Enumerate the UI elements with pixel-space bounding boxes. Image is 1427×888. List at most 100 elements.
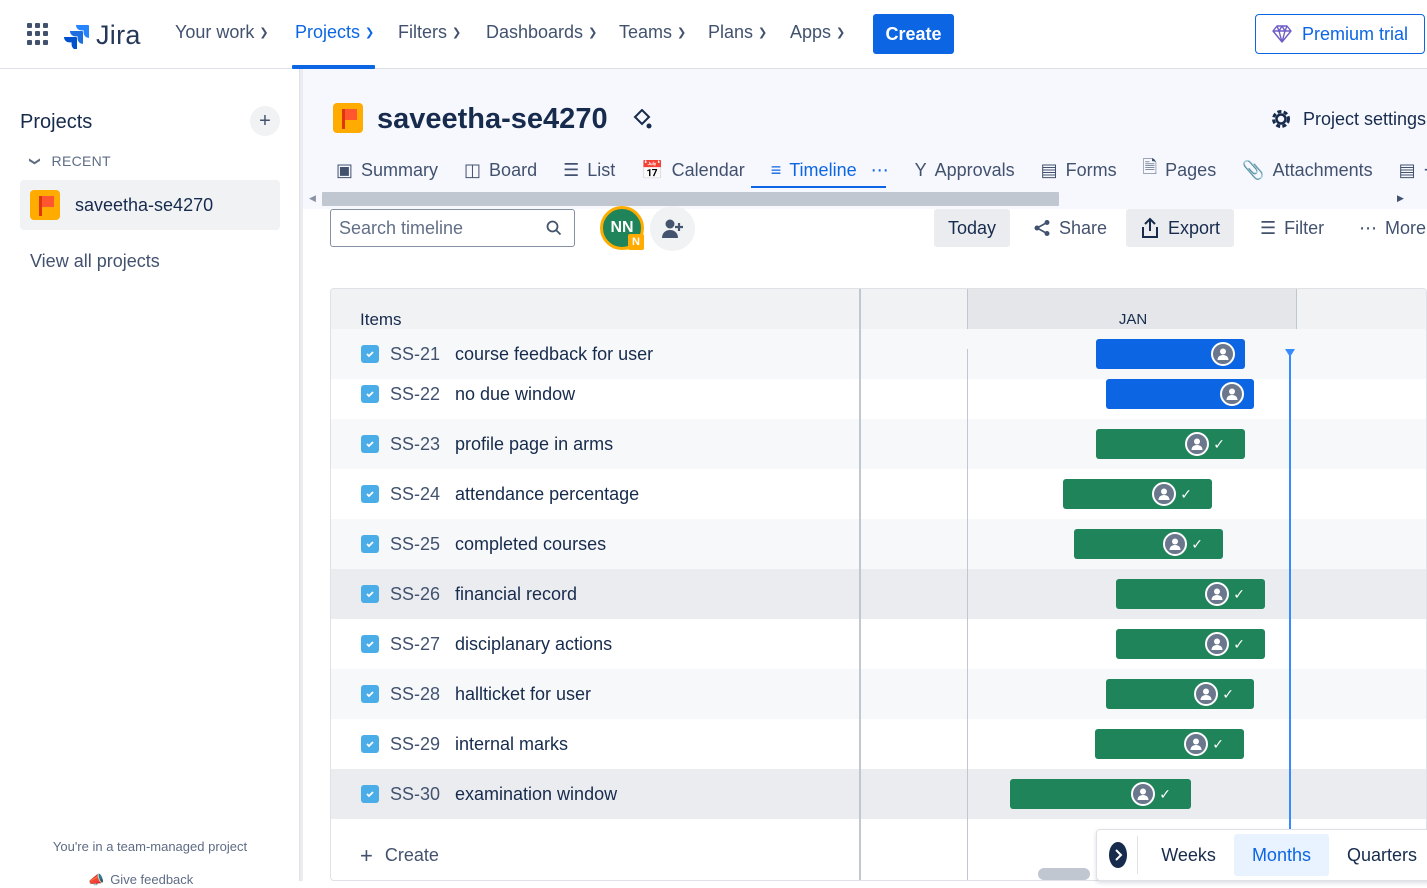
timeline-bar[interactable]: ✓ [1096, 429, 1245, 459]
row-item-cell[interactable]: SS-25 completed courses [331, 519, 859, 569]
table-row[interactable]: SS-22 no due window [331, 369, 1426, 419]
row-item-cell[interactable]: SS-30 examination window [331, 769, 859, 819]
nav-dashboards[interactable]: Dashboards ❯ [486, 22, 597, 43]
row-item-cell[interactable]: SS-29 internal marks [331, 719, 859, 769]
timeline-bar[interactable]: ✓ [1063, 479, 1212, 509]
row-item-cell[interactable]: SS-23 profile page in arms [331, 419, 859, 469]
issue-summary[interactable]: disciplanary actions [455, 634, 612, 655]
tab-summary[interactable]: ▣ Summary [336, 160, 438, 181]
share-button[interactable]: Share [1019, 209, 1121, 247]
zoom-months[interactable]: Months [1233, 834, 1329, 876]
issue-summary[interactable]: examination window [455, 784, 617, 805]
tab-approvals[interactable]: Υ Approvals [915, 160, 1015, 181]
issue-key[interactable]: SS-26 [390, 584, 445, 605]
next-period-button[interactable] [1109, 842, 1127, 868]
timeline-bar[interactable]: ✓ [1074, 529, 1223, 559]
nav-filters[interactable]: Filters ❯ [398, 22, 461, 43]
row-item-cell[interactable]: SS-28 hallticket for user [331, 669, 859, 719]
table-row[interactable]: SS-27 disciplanary actions ✓ [331, 619, 1426, 669]
create-item-button[interactable]: + Create [331, 829, 859, 880]
scrollbar-thumb[interactable] [322, 192, 1059, 206]
timeline-bar[interactable]: ✓ [1095, 729, 1244, 759]
zoom-weeks[interactable]: Weeks [1143, 834, 1234, 876]
tab-attachments[interactable]: 📎 Attachments [1242, 160, 1372, 181]
recent-section-toggle[interactable]: ❯ RECENT [28, 153, 111, 169]
timeline-bar[interactable] [1106, 379, 1254, 409]
issue-key[interactable]: SS-24 [390, 484, 445, 505]
issue-key[interactable]: SS-27 [390, 634, 445, 655]
export-button[interactable]: Export [1126, 209, 1235, 247]
issue-summary[interactable]: internal marks [455, 734, 568, 755]
timeline-bar[interactable]: ✓ [1116, 629, 1265, 659]
table-row[interactable]: SS-26 financial record ✓ [331, 569, 1426, 619]
issue-key[interactable]: SS-22 [390, 384, 445, 405]
paint-bucket-icon[interactable] [631, 109, 653, 131]
filter-button[interactable]: ☰ Filter [1246, 209, 1338, 247]
more-options-icon[interactable]: ⋯ [871, 160, 889, 181]
nav-your-work[interactable]: Your work ❯ [175, 22, 269, 43]
tab-calendar[interactable]: 📅 Calendar [641, 160, 744, 181]
issue-summary[interactable]: attendance percentage [455, 484, 639, 505]
table-row[interactable]: SS-23 profile page in arms ✓ [331, 419, 1426, 469]
row-item-cell[interactable]: SS-22 no due window [331, 369, 859, 419]
issue-key[interactable]: SS-30 [390, 784, 445, 805]
done-check-icon: ✓ [1180, 485, 1192, 502]
project-settings-button[interactable]: Project settings [1269, 107, 1426, 131]
timeline-bar[interactable]: ✓ [1116, 579, 1265, 609]
today-button[interactable]: Today [934, 209, 1011, 247]
issue-summary[interactable]: course feedback for user [455, 344, 653, 365]
issue-key[interactable]: SS-28 [390, 684, 445, 705]
issue-summary[interactable]: no due window [455, 384, 575, 405]
nav-teams[interactable]: Teams ❯ [619, 22, 686, 43]
unassigned-avatar-icon [1205, 582, 1230, 606]
nav-apps[interactable]: Apps ❯ [790, 22, 845, 43]
issue-summary[interactable]: hallticket for user [455, 684, 591, 705]
premium-trial-button[interactable]: Premium trial [1255, 14, 1425, 54]
table-row[interactable]: SS-28 hallticket for user ✓ [331, 669, 1426, 719]
issue-summary[interactable]: financial record [455, 584, 577, 605]
search-input[interactable] [339, 217, 539, 239]
tab-board[interactable]: ◫ Board [464, 160, 537, 181]
task-type-icon [361, 345, 379, 363]
tab-more-overflow[interactable]: ▤+ [1399, 157, 1427, 183]
row-item-cell[interactable]: SS-26 financial record [331, 569, 859, 619]
issue-summary[interactable]: profile page in arms [455, 434, 613, 455]
add-project-button[interactable]: + [250, 106, 280, 136]
tab-forms[interactable]: ▤ Forms [1041, 160, 1117, 181]
more-button[interactable]: ⋯ More [1345, 209, 1426, 247]
row-item-cell[interactable]: SS-24 attendance percentage [331, 469, 859, 519]
scroll-right-icon[interactable]: ▶ [1397, 193, 1404, 204]
app-switcher-icon[interactable] [27, 23, 49, 45]
issue-key[interactable]: SS-25 [390, 534, 445, 555]
search-timeline-field[interactable] [330, 209, 575, 247]
issue-key[interactable]: SS-21 [390, 344, 445, 365]
sidebar-item-project[interactable]: saveetha-se4270 [20, 180, 280, 230]
table-row[interactable]: SS-30 examination window ✓ [331, 769, 1426, 819]
issue-key[interactable]: SS-29 [390, 734, 445, 755]
tab-pages[interactable]: 🗎 Pages [1143, 155, 1217, 185]
row-item-cell[interactable]: SS-27 disciplanary actions [331, 619, 859, 669]
table-row[interactable]: SS-25 completed courses ✓ [331, 519, 1426, 569]
issue-summary[interactable]: completed courses [455, 534, 606, 555]
zoom-quarters[interactable]: Quarters [1329, 834, 1427, 876]
table-row[interactable]: SS-29 internal marks ✓ [331, 719, 1426, 769]
timeline-bar[interactable]: ✓ [1010, 779, 1191, 809]
nav-projects[interactable]: Projects ❯ [295, 22, 374, 43]
timeline-bar[interactable] [1096, 339, 1245, 369]
issue-key[interactable]: SS-23 [390, 434, 445, 455]
nav-plans[interactable]: Plans ❯ [708, 22, 767, 43]
tab-timeline[interactable]: ≡ Timeline ⋯ [771, 160, 889, 181]
give-feedback-link[interactable]: 📣 Give feedback [88, 872, 193, 888]
add-people-button[interactable] [650, 206, 695, 251]
timeline-bar[interactable]: ✓ [1106, 679, 1254, 709]
scroll-left-icon[interactable]: ◀ [309, 193, 316, 204]
nav-label: Your work [175, 22, 255, 42]
timeline-scrollbar-thumb[interactable] [1038, 868, 1090, 880]
create-button[interactable]: Create [873, 14, 954, 54]
view-all-projects-link[interactable]: View all projects [30, 251, 160, 272]
jira-logo[interactable]: Jira [64, 20, 141, 51]
table-row[interactable]: SS-24 attendance percentage ✓ [331, 469, 1426, 519]
tabs-scrollbar[interactable]: ◀ ▶ [306, 191, 1405, 207]
column-divider[interactable] [859, 289, 861, 880]
tab-list[interactable]: ☰ List [563, 160, 615, 181]
